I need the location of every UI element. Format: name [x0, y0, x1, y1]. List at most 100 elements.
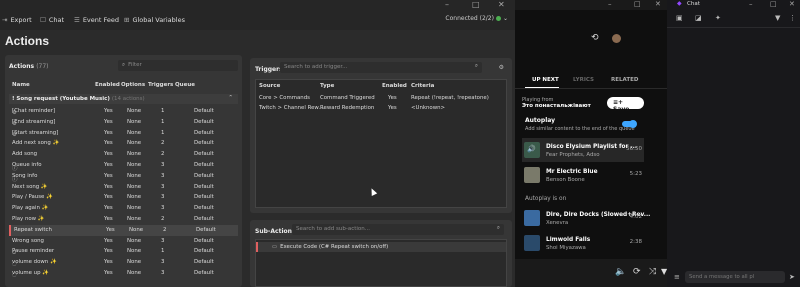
action-row[interactable]: ⚙ [End streaming] Yes None 1 Default [9, 117, 238, 128]
queue-item[interactable]: Mr Electric Blue Benson Boone 5:23 [522, 163, 644, 187]
col-header-triggers[interactable]: Triggers [148, 82, 173, 88]
subaction-item[interactable]: ▭ Execute Code (C# Repeat switch on/off) [256, 242, 506, 252]
actions-filter-input[interactable]: ⌕ Filter [118, 60, 238, 71]
action-options: None [127, 151, 142, 158]
action-queue: Default [194, 151, 214, 158]
action-row[interactable]: ⚙ [Start streaming] Yes None 1 Default [9, 128, 238, 139]
minimize-icon[interactable]: – [749, 0, 753, 8]
event-feed-button[interactable]: ☰ Event Feed [74, 16, 119, 24]
action-name: ◌ volume up ✨ [12, 270, 49, 278]
save-button[interactable]: ≡+ Save [607, 97, 644, 113]
tab-related[interactable]: RELATED [611, 77, 638, 83]
col-header-name[interactable]: Name [12, 82, 30, 88]
col-header-type[interactable]: Type [320, 83, 334, 89]
volume-icon[interactable]: 🔈 [615, 267, 626, 277]
action-queue: Default [194, 205, 214, 212]
close-icon[interactable]: ✕ [498, 0, 505, 9]
trigger-row[interactable]: Core > Commands Command Triggered Yes Repea… [256, 93, 506, 103]
col-header-criteria[interactable]: Criteria [411, 83, 434, 89]
tab-up-next[interactable]: UP NEXT [532, 77, 559, 83]
action-row[interactable]: Play now ✨ Yes None 2 Default [9, 214, 238, 225]
maximize-icon[interactable]: □ [634, 0, 641, 8]
close-icon[interactable]: ✕ [789, 0, 795, 8]
action-triggers: 3 [161, 172, 165, 179]
action-row[interactable]: Add next song ✨ Yes None 2 Default [9, 138, 238, 149]
shuffle-icon[interactable]: ⤨ [649, 267, 656, 277]
action-row[interactable]: ◌ volume up ✨ Yes None 3 Default [9, 268, 238, 279]
action-row[interactable]: Add song Yes None 2 Default [9, 149, 238, 160]
popout-icon[interactable]: ◪ [695, 14, 702, 22]
close-icon[interactable]: ✕ [655, 0, 661, 8]
menu-icon[interactable]: ≡ [674, 273, 680, 281]
action-enabled: Yes [104, 205, 113, 212]
settings-icon[interactable]: ⋮ [789, 14, 796, 22]
action-triggers: 1 [161, 248, 165, 255]
action-name: Repeat switch [14, 226, 52, 233]
connection-status[interactable]: Connected (2/2) ⌄ [445, 15, 508, 22]
action-row[interactable]: ◌ volume down ✨ Yes None 3 Default [9, 257, 238, 268]
col-header-source[interactable]: Source [259, 83, 280, 89]
action-queue: Default [194, 270, 214, 276]
send-icon[interactable]: ➤ [789, 273, 795, 281]
action-row[interactable]: ⚙ [Chat reminder] Yes None 1 Default [9, 106, 238, 117]
chat-button[interactable]: ☐ Chat [40, 16, 64, 24]
action-options: None [127, 205, 142, 212]
chat-bubble-icon[interactable]: ▣ [676, 14, 683, 22]
action-row[interactable]: ⓘ Queue info Yes None 3 Default [9, 160, 238, 172]
history-icon[interactable]: ⟲ [591, 33, 599, 43]
trigger-row[interactable]: Twitch > Channel Rew... Reward Redemption… [256, 103, 506, 113]
trigger-search-input[interactable]: Search to add trigger... ⌕ [280, 62, 482, 73]
song-duration: 56:50 [626, 146, 642, 152]
action-enabled: Yes [104, 162, 113, 168]
chevron-up-icon[interactable]: ⌃ [228, 95, 233, 101]
action-row[interactable]: Play again ✨ Yes None 3 Default [9, 203, 238, 214]
autoplay-toggle[interactable] [622, 120, 637, 128]
action-triggers: 1 [161, 129, 165, 136]
action-options: None [127, 108, 142, 114]
queue-item[interactable]: 🔊 Disco Elysium Playlist for ... Fear Prop… [522, 138, 644, 162]
action-enabled: Yes [104, 118, 113, 125]
tab-lyrics[interactable]: LYRICS [573, 77, 594, 83]
col-header-queue[interactable]: Queue [175, 82, 195, 88]
playlist-name[interactable]: Это понастальжівают [522, 103, 591, 109]
action-row[interactable]: Next song ✨ Yes None 3 Default [9, 182, 238, 193]
filter-icon[interactable]: ▼ [775, 14, 780, 22]
robot-icon: ⚙ [12, 110, 17, 116]
subaction-search-input[interactable]: Search to add sub-action... ⌕ [292, 224, 504, 235]
col-header-enabled[interactable]: Enabled [382, 83, 407, 89]
song-duration: 5:23 [629, 171, 642, 177]
maximize-icon[interactable]: □ [770, 0, 777, 8]
action-name: Next song ✨ [12, 183, 48, 190]
thumbnail [524, 210, 540, 226]
export-button[interactable]: ⇥ Export [2, 16, 32, 24]
queue-item[interactable]: Dire, Dire Docks (Slowed+Rev... Xenevra 4:… [522, 206, 650, 230]
maximize-icon[interactable]: □ [472, 0, 480, 9]
action-triggers: 3 [161, 183, 165, 190]
triggers-panel: Triggers Search to add trigger... ⌕ ⚙ So… [250, 58, 512, 213]
col-header-enabled[interactable]: Enabled [95, 82, 120, 88]
action-row[interactable]: ⓘ Song info Yes None 3 Default [9, 171, 238, 183]
now-playing-icon: 🔊 [524, 142, 540, 158]
minimize-icon[interactable]: – [608, 0, 612, 8]
action-group-header[interactable]: ! Song request (Youtube Music) (14 actio… [9, 94, 238, 104]
queue-item[interactable]: Limwold Falls Shoi Miyazawa 2:38 [522, 231, 644, 255]
repeat-icon[interactable]: ⟳ [633, 267, 641, 277]
trigger-source: Core > Commands [259, 95, 310, 101]
trigger-criteria: Repeat (!repeat, !repeatone) [411, 95, 489, 101]
action-row[interactable]: ⏲ Pause reminder Yes None 1 Default [9, 246, 238, 257]
minimize-icon[interactable]: – [445, 0, 449, 9]
global-variables-button[interactable]: ⊞ Global Variables [124, 16, 185, 24]
action-row[interactable]: Repeat switch Yes None 2 Default [9, 224, 238, 236]
sparkle-icon[interactable]: ✦ [715, 14, 721, 22]
action-queue: Default [194, 108, 214, 114]
autoplay-description: Add similar content to the end of the qu… [525, 126, 635, 132]
action-row[interactable]: Wrong song Yes None 3 Default [9, 236, 238, 247]
chevron-down-icon: ⌄ [502, 15, 508, 22]
chat-message-input[interactable]: Send a message to all pl [685, 271, 785, 283]
action-row[interactable]: Play / Pause ✨ Yes None 3 Default [9, 192, 238, 203]
avatar[interactable] [612, 34, 621, 43]
streamerbot-window: – ⇥Export ☐Chat ☰Event Feed ⊞Global Vari… [0, 0, 612, 287]
col-header-options[interactable]: Options [121, 82, 145, 88]
gear-icon[interactable]: ⚙ [499, 64, 504, 71]
mouse-cursor-icon [368, 187, 378, 196]
